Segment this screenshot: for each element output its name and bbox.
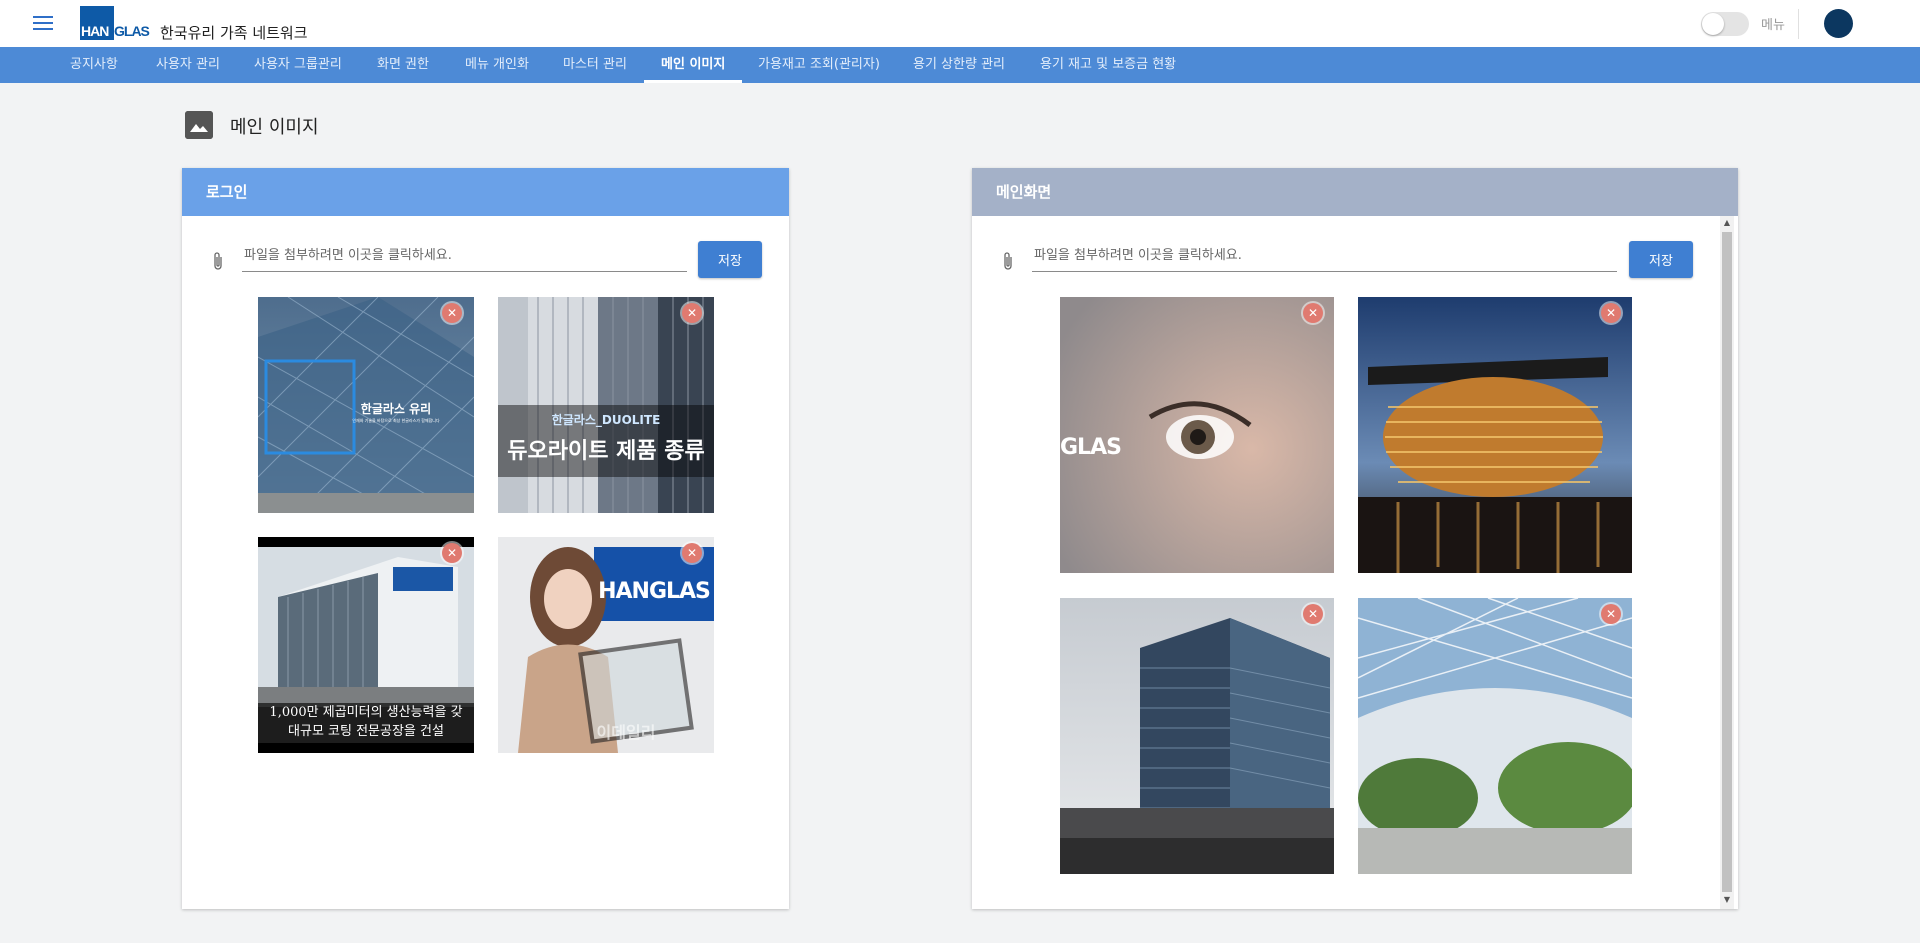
nav-item-menu-personalization[interactable]: 메뉴 개인화 bbox=[465, 47, 529, 83]
login-image-2: 한글라스_DUOLITE 듀오라이트 제품 종류 ✕ bbox=[498, 297, 714, 513]
nav-item-available-stock[interactable]: 가용재고 조회(관리자) bbox=[758, 47, 880, 83]
login-image-4: HANGLAS 이데일리 ✕ bbox=[498, 537, 714, 753]
login-image-4-caption: HANGLAS bbox=[598, 579, 711, 604]
nav-item-main-image[interactable]: 메인 이미지 bbox=[643, 47, 743, 83]
hanglas-logo[interactable]: HAN GLAS bbox=[80, 6, 150, 40]
opera-house-night-photo bbox=[1358, 297, 1632, 573]
login-image-3-caption: 1,000만 제곱미터의 생산능력을 갖 bbox=[269, 705, 463, 720]
logo-han: HAN bbox=[80, 6, 114, 40]
login-file-input[interactable] bbox=[242, 244, 687, 272]
close-icon[interactable]: ✕ bbox=[682, 543, 702, 563]
close-icon[interactable]: ✕ bbox=[442, 303, 462, 323]
nav-item-screen-permissions[interactable]: 화면 권한 bbox=[377, 47, 429, 83]
close-icon[interactable]: ✕ bbox=[442, 543, 462, 563]
main-save-button[interactable]: 저장 bbox=[1629, 241, 1693, 278]
site-title: 한국유리 가족 네트워크 bbox=[160, 24, 308, 42]
nav-item-user-group-management[interactable]: 사용자 그룹관리 bbox=[254, 47, 342, 83]
close-icon[interactable]: ✕ bbox=[682, 303, 702, 323]
main-image-3: ✕ bbox=[1060, 598, 1334, 874]
main-nav: 공지사항 사용자 관리 사용자 그룹관리 화면 권한 메뉴 개인화 마스터 관리… bbox=[0, 47, 1920, 83]
login-image-1-subcaption: 인재와 기술을 바탕으로 최상 한글라스가 함께합니다 bbox=[352, 418, 440, 423]
user-avatar[interactable] bbox=[1824, 9, 1853, 38]
login-image-2-caption: 듀오라이트 제품 종류 bbox=[507, 439, 705, 464]
nav-item-notices[interactable]: 공지사항 bbox=[70, 47, 118, 83]
close-icon[interactable]: ✕ bbox=[1303, 604, 1323, 624]
scrollbar-thumb[interactable] bbox=[1722, 232, 1732, 892]
login-image-3-caption-2: 대규모 코팅 전문공장을 건설 bbox=[288, 724, 444, 739]
main-image-2: ✕ bbox=[1358, 297, 1632, 573]
panel-scrollbar[interactable]: ▲ ▼ bbox=[1720, 216, 1734, 909]
scroll-down-arrow-icon[interactable]: ▼ bbox=[1720, 895, 1734, 907]
main-screen-image-panel: 메인화면 저장 GLAS ✕ bbox=[972, 168, 1738, 909]
close-icon[interactable]: ✕ bbox=[1601, 303, 1621, 323]
main-image-1-caption: GLAS bbox=[1060, 435, 1122, 460]
paperclip-icon[interactable] bbox=[212, 250, 224, 272]
paperclip-icon[interactable] bbox=[1002, 250, 1014, 272]
login-image-2-caption-top: 한글라스_DUOLITE bbox=[551, 413, 661, 427]
main-upload-row: 저장 bbox=[1002, 241, 1702, 278]
login-image-4-watermark: 이데일리 bbox=[596, 723, 656, 742]
login-panel-title: 로그인 bbox=[182, 168, 789, 216]
nav-item-user-management[interactable]: 사용자 관리 bbox=[156, 47, 220, 83]
menu-toggle-label: 메뉴 bbox=[1761, 18, 1785, 33]
nav-item-container-limit[interactable]: 용기 상한량 관리 bbox=[913, 47, 1005, 83]
scroll-up-arrow-icon[interactable]: ▲ bbox=[1720, 218, 1734, 230]
login-image-panel: 로그인 저장 한글라스 유리 인재와 기술을 바탕으로 최상 한글라스가 함께합… bbox=[182, 168, 789, 909]
close-icon[interactable]: ✕ bbox=[1303, 303, 1323, 323]
menu-toggle-switch[interactable] bbox=[1701, 12, 1749, 36]
glass-office-tower-photo bbox=[1060, 598, 1334, 874]
atrium-garden-photo bbox=[1358, 598, 1632, 874]
building-photo-2 bbox=[498, 297, 714, 513]
hamburger-menu-icon[interactable] bbox=[33, 15, 53, 30]
main-image-1: GLAS ✕ bbox=[1060, 297, 1334, 573]
login-image-1-caption: 한글라스 유리 bbox=[360, 402, 432, 416]
main-file-input[interactable] bbox=[1032, 244, 1617, 272]
main-panel-title: 메인화면 bbox=[972, 168, 1738, 216]
main-image-4: ✕ bbox=[1358, 598, 1632, 874]
login-image-3: 1,000만 제곱미터의 생산능력을 갖 대규모 코팅 전문공장을 건설 ✕ bbox=[258, 537, 474, 753]
image-icon bbox=[185, 111, 213, 139]
nav-item-master-management[interactable]: 마스터 관리 bbox=[563, 47, 627, 83]
login-save-button[interactable]: 저장 bbox=[698, 241, 762, 278]
header-divider bbox=[1798, 9, 1799, 39]
login-upload-row: 저장 bbox=[212, 241, 772, 278]
page-title: 메인 이미지 bbox=[230, 117, 319, 138]
logo-glas: GLAS bbox=[114, 23, 150, 39]
close-icon[interactable]: ✕ bbox=[1601, 604, 1621, 624]
toggle-knob bbox=[1702, 13, 1724, 35]
nav-item-container-stock-deposit[interactable]: 용기 재고 및 보증금 현황 bbox=[1040, 47, 1176, 83]
login-image-1: 한글라스 유리 인재와 기술을 바탕으로 최상 한글라스가 함께합니다 ✕ bbox=[258, 297, 474, 513]
top-bar: HAN GLAS 한국유리 가족 네트워크 메뉴 bbox=[0, 0, 1920, 47]
